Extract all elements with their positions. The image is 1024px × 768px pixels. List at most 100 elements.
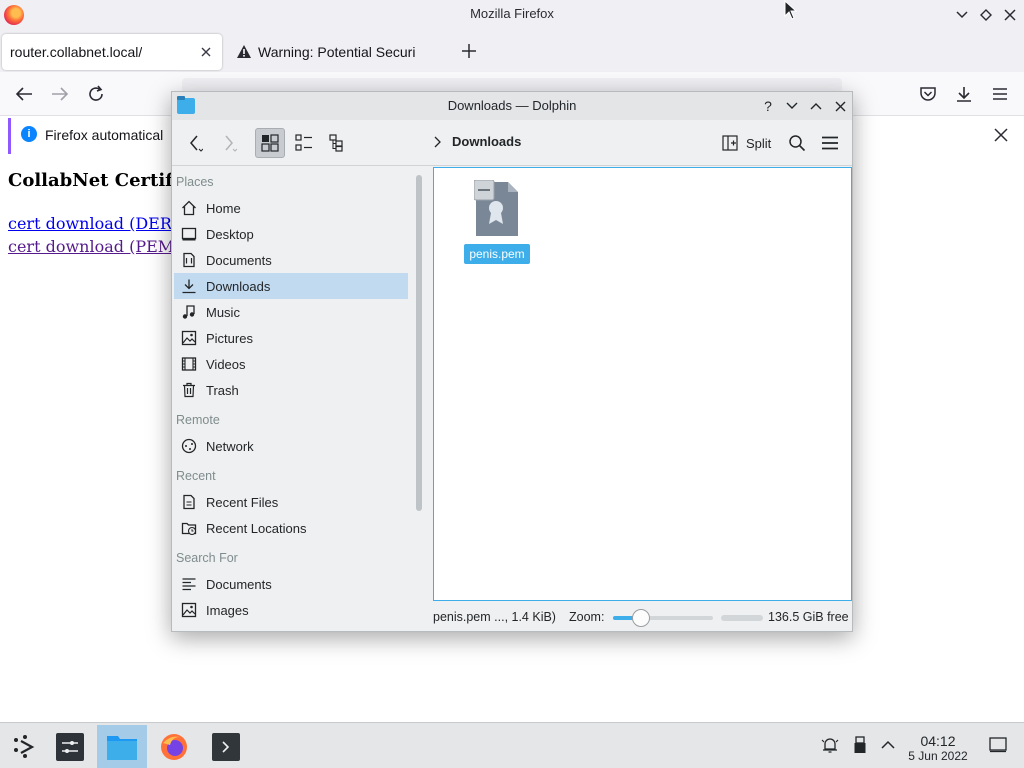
places-sidebar: Places Home Desktop Documents Downloads … bbox=[172, 167, 410, 631]
chevron-up-icon[interactable] bbox=[878, 735, 898, 755]
clock-time: 04:12 bbox=[920, 733, 956, 749]
section-places: Places bbox=[176, 175, 214, 189]
task-system-settings[interactable] bbox=[45, 725, 95, 768]
hamburger-menu-icon bbox=[821, 136, 839, 150]
breadcrumb[interactable]: Downloads bbox=[434, 134, 521, 149]
dolphin-window: Downloads — Dolphin ? Downloads Split Pl… bbox=[171, 91, 853, 632]
tab-label: router.collabnet.local/ bbox=[10, 44, 143, 60]
breadcrumb-current[interactable]: Downloads bbox=[452, 134, 521, 149]
sidebar-item-recent-files[interactable]: Recent Files bbox=[174, 489, 408, 515]
zoom-slider[interactable] bbox=[613, 609, 713, 627]
file-name[interactable]: penis.pem bbox=[464, 244, 530, 264]
sidebar-item-label: Recent Files bbox=[206, 494, 279, 510]
chevron-right-icon bbox=[434, 136, 442, 148]
sidebar-item-trash[interactable]: Trash bbox=[174, 377, 408, 403]
free-space-label: 136.5 GiB free bbox=[768, 610, 849, 624]
forward-icon bbox=[221, 133, 237, 153]
compact-view-icon bbox=[295, 134, 313, 152]
maximize-icon[interactable] bbox=[806, 96, 826, 116]
sidebar-item-downloads[interactable]: Downloads bbox=[174, 273, 408, 299]
sidebar-item-label: Downloads bbox=[206, 278, 271, 294]
close-window-icon[interactable] bbox=[830, 96, 850, 116]
sidebar-item-label: Trash bbox=[206, 382, 239, 398]
sidebar-item-label: Recent Locations bbox=[206, 520, 307, 536]
split-view-icon bbox=[722, 135, 738, 151]
sidebar-item-label: Documents bbox=[206, 252, 272, 268]
system-settings-icon bbox=[56, 733, 84, 761]
recent-locations-icon bbox=[180, 519, 198, 537]
forward-icon[interactable] bbox=[48, 82, 72, 106]
cert-download-pem-link[interactable]: cert download (PEM, bbox=[8, 237, 179, 256]
new-tab-icon[interactable] bbox=[460, 42, 478, 60]
show-desktop-icon[interactable] bbox=[988, 735, 1008, 755]
help-icon[interactable]: ? bbox=[758, 96, 778, 116]
back-button[interactable] bbox=[180, 128, 210, 158]
search-images-icon bbox=[180, 601, 198, 619]
split-label: Split bbox=[746, 135, 772, 151]
maximize-icon[interactable] bbox=[976, 5, 996, 25]
status-bar: penis.pem ..., 1.4 KiB) Zoom: 136.5 GiB … bbox=[433, 602, 853, 632]
firefox-titlebar: Mozilla Firefox bbox=[0, 0, 1024, 30]
desktop-icon bbox=[180, 225, 198, 243]
sidebar-item-search-images[interactable]: Images bbox=[174, 597, 408, 623]
sidebar-item-search-documents[interactable]: Documents bbox=[174, 571, 408, 597]
menu-icon[interactable] bbox=[988, 82, 1012, 106]
sidebar-item-label: Images bbox=[206, 602, 249, 618]
split-button[interactable]: Split bbox=[718, 128, 775, 158]
zoom-label: Zoom: bbox=[569, 610, 605, 624]
cert-download-der-link[interactable]: cert download (DER, W bbox=[8, 214, 199, 233]
close-tab-icon[interactable] bbox=[198, 44, 214, 60]
compact-view-button[interactable] bbox=[289, 128, 319, 158]
task-terminal[interactable] bbox=[201, 725, 251, 768]
recent-files-icon bbox=[180, 493, 198, 511]
sidebar-item-label: Documents bbox=[206, 576, 272, 592]
sidebar-item-home[interactable]: Home bbox=[174, 195, 408, 221]
icons-view-button[interactable] bbox=[255, 128, 285, 158]
minimize-icon[interactable] bbox=[782, 96, 802, 116]
mouse-cursor-icon bbox=[784, 0, 798, 20]
section-remote: Remote bbox=[176, 413, 220, 427]
notifications-icon[interactable] bbox=[820, 735, 840, 755]
warning-icon bbox=[236, 44, 252, 60]
forward-button[interactable] bbox=[214, 128, 244, 158]
application-launcher[interactable] bbox=[0, 725, 50, 768]
firefox-window-title: Mozilla Firefox bbox=[470, 6, 554, 21]
tab-warning[interactable]: Warning: Potential Securi bbox=[226, 34, 451, 70]
minimize-icon[interactable] bbox=[952, 5, 972, 25]
reload-icon[interactable] bbox=[84, 82, 108, 106]
sidebar-item-documents[interactable]: Documents bbox=[174, 247, 408, 273]
search-icon bbox=[788, 134, 806, 152]
task-firefox[interactable] bbox=[149, 725, 199, 768]
tab-router[interactable]: router.collabnet.local/ bbox=[2, 34, 222, 70]
file-item[interactable]: penis.pem bbox=[462, 178, 532, 268]
sidebar-item-network[interactable]: Network bbox=[174, 433, 408, 459]
usb-device-icon[interactable] bbox=[850, 735, 870, 755]
back-icon[interactable] bbox=[12, 82, 36, 106]
search-button[interactable] bbox=[782, 128, 812, 158]
notification-text: Firefox automatical bbox=[45, 127, 164, 143]
documents-icon bbox=[180, 251, 198, 269]
sidebar-item-desktop[interactable]: Desktop bbox=[174, 221, 408, 247]
sidebar-item-recent-locations[interactable]: Recent Locations bbox=[174, 515, 408, 541]
network-icon bbox=[180, 437, 198, 455]
details-view-button[interactable] bbox=[323, 128, 353, 158]
close-notification-icon[interactable] bbox=[992, 126, 1010, 144]
zoom-slider-handle[interactable] bbox=[632, 609, 650, 627]
sidebar-item-music[interactable]: Music bbox=[174, 299, 408, 325]
sidebar-scrollbar[interactable] bbox=[416, 175, 422, 511]
downloads-icon[interactable] bbox=[952, 82, 976, 106]
section-search-for: Search For bbox=[176, 551, 238, 565]
hamburger-menu-button[interactable] bbox=[815, 128, 845, 158]
sidebar-item-pictures[interactable]: Pictures bbox=[174, 325, 408, 351]
sidebar-item-label: Videos bbox=[206, 356, 246, 372]
pocket-icon[interactable] bbox=[916, 82, 940, 106]
file-view[interactable]: penis.pem bbox=[433, 167, 852, 601]
task-dolphin[interactable] bbox=[97, 725, 147, 768]
sidebar-item-videos[interactable]: Videos bbox=[174, 351, 408, 377]
tab-label: Warning: Potential Securi bbox=[258, 44, 416, 60]
close-window-icon[interactable] bbox=[1000, 5, 1020, 25]
clock[interactable]: 04:12 5 Jun 2022 bbox=[902, 733, 974, 763]
launcher-icon bbox=[12, 734, 38, 760]
section-recent: Recent bbox=[176, 469, 216, 483]
sidebar-item-label: Music bbox=[206, 304, 240, 320]
